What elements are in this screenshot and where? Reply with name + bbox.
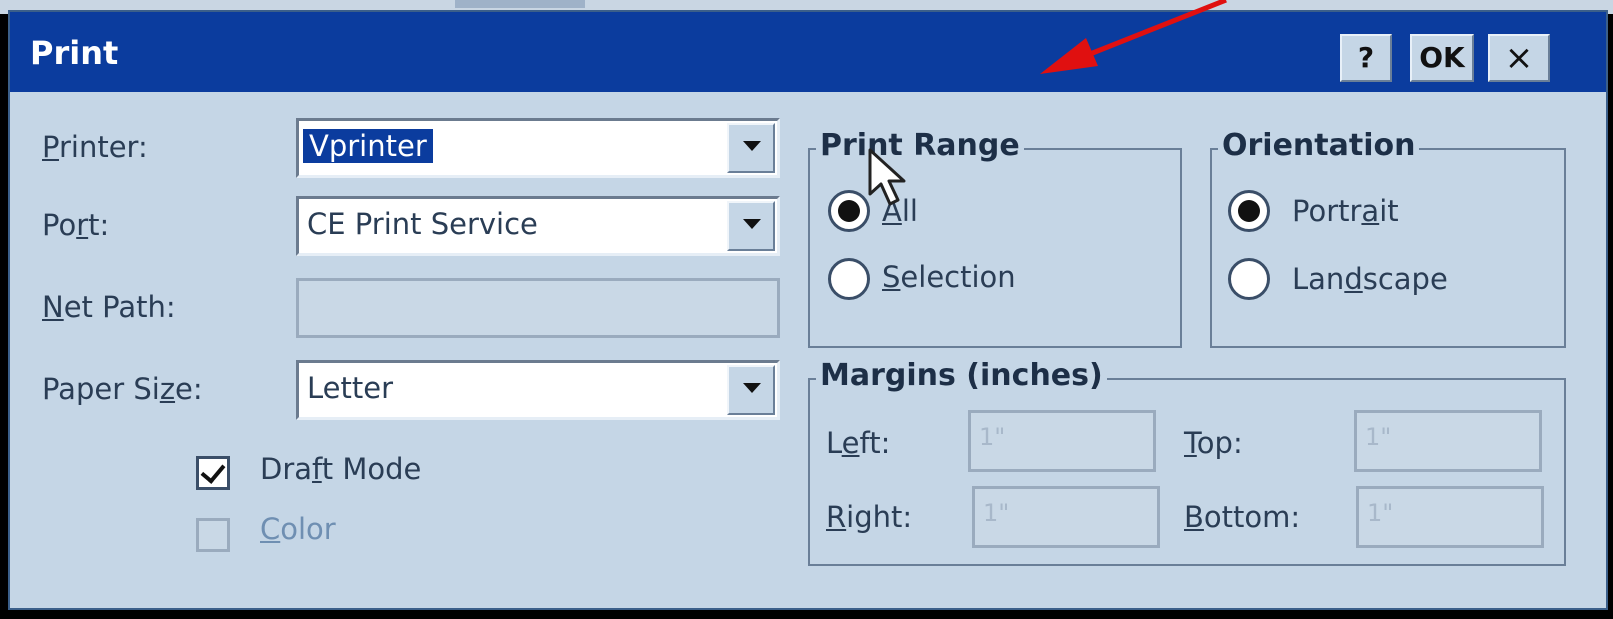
landscape-label[interactable]: Landscape — [1292, 262, 1448, 296]
margins-title: Margins (inches) — [816, 358, 1107, 393]
orientation-group: Orientation — [1210, 128, 1566, 348]
paper-size-label: Paper Size: — [42, 372, 203, 406]
background-window-fragment — [455, 0, 585, 8]
paper-size-value: Letter — [307, 371, 393, 405]
help-button[interactable]: ? — [1340, 34, 1392, 82]
margin-top-field[interactable]: 1" — [1354, 410, 1542, 472]
orientation-title: Orientation — [1218, 128, 1420, 163]
margin-bottom-label: Bottom: — [1184, 500, 1301, 534]
margin-left-label: Left: — [826, 426, 891, 460]
print-range-group: Print Range — [808, 128, 1182, 348]
print-dialog: Print ? OK × Printer: Vprinter Port: CE … — [8, 10, 1608, 610]
portrait-label[interactable]: Portrait — [1292, 194, 1399, 228]
draft-mode-label[interactable]: Draft Mode — [260, 452, 421, 486]
port-select[interactable]: CE Print Service — [296, 196, 780, 256]
dialog-title: Print — [30, 34, 119, 72]
margin-right-value: 1" — [983, 499, 1010, 527]
printer-value: Vprinter — [303, 129, 433, 163]
port-label: Port: — [42, 208, 110, 242]
printer-dropdown-button[interactable] — [727, 123, 775, 173]
margin-top-value: 1" — [1365, 423, 1392, 451]
margin-right-label: Right: — [826, 500, 913, 534]
port-dropdown-button[interactable] — [727, 201, 775, 251]
portrait-radio[interactable] — [1228, 190, 1270, 232]
ok-button[interactable]: OK — [1410, 34, 1474, 82]
margin-left-value: 1" — [979, 423, 1006, 451]
margin-top-label: Top: — [1184, 426, 1243, 460]
paper-size-dropdown-button[interactable] — [727, 365, 775, 415]
margin-left-field[interactable]: 1" — [968, 410, 1156, 472]
color-checkbox[interactable] — [196, 518, 230, 552]
title-bar: Print ? OK × — [10, 12, 1606, 92]
net-path-label: Net Path: — [42, 290, 176, 324]
all-radio[interactable] — [828, 190, 870, 232]
mouse-cursor-icon — [868, 148, 906, 206]
margin-bottom-value: 1" — [1367, 499, 1394, 527]
selection-label[interactable]: Selection — [882, 260, 1016, 294]
landscape-radio[interactable] — [1228, 258, 1270, 300]
printer-select[interactable]: Vprinter — [296, 118, 780, 178]
printer-label: Printer: — [42, 130, 148, 164]
draft-mode-checkbox[interactable] — [196, 456, 230, 490]
margin-bottom-field[interactable]: 1" — [1356, 486, 1544, 548]
close-button[interactable]: × — [1488, 34, 1550, 82]
margin-right-field[interactable]: 1" — [972, 486, 1160, 548]
paper-size-select[interactable]: Letter — [296, 360, 780, 420]
port-value: CE Print Service — [307, 207, 538, 241]
color-label[interactable]: Color — [260, 512, 336, 546]
selection-radio[interactable] — [828, 258, 870, 300]
net-path-field[interactable] — [296, 278, 780, 338]
checkmark-icon — [200, 458, 226, 484]
print-range-title: Print Range — [816, 128, 1024, 163]
